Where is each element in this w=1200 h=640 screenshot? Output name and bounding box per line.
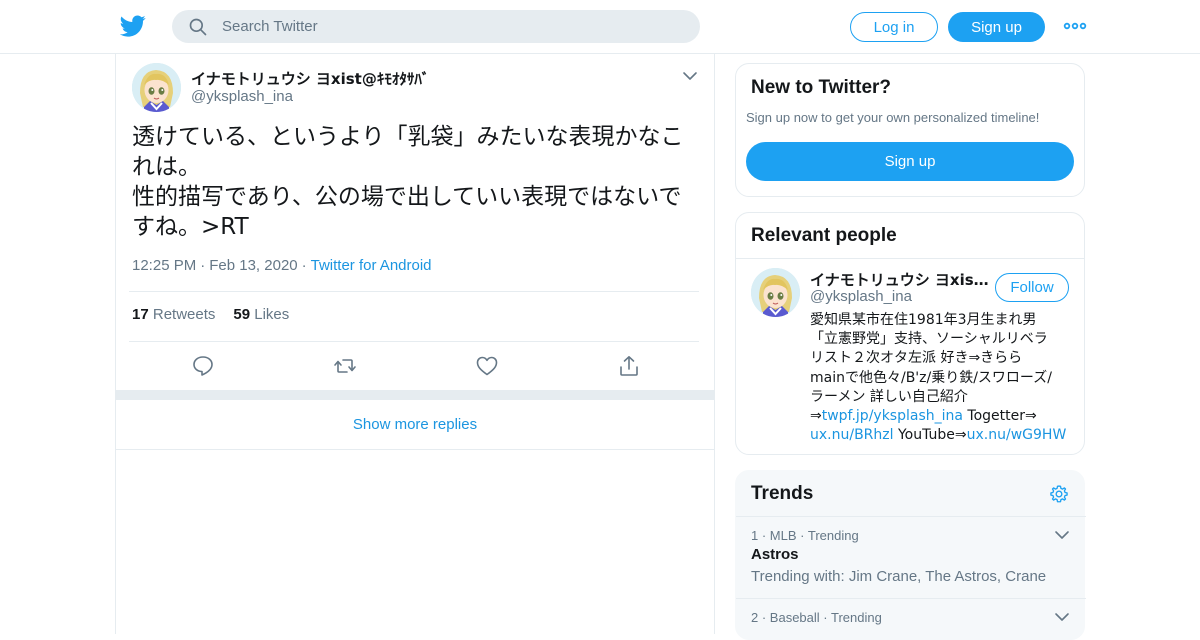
tweet-text-line: れは。 xyxy=(132,154,201,180)
tweet-text: 透けている、というより「乳袋」みたいな表現かなこ れは。 性的描写であり、公の場… xyxy=(132,122,702,242)
likes-stat[interactable]: 59 Likes xyxy=(233,306,289,323)
tweet-text-line: 性的描写であり、公の場で出していい表現ではないで xyxy=(132,184,682,210)
search-bar[interactable] xyxy=(172,10,700,43)
tweet-source-link[interactable]: Twitter for Android xyxy=(311,257,432,274)
search-input[interactable] xyxy=(222,10,682,43)
heart-icon[interactable] xyxy=(475,354,499,378)
signup-button[interactable]: Sign up xyxy=(948,12,1045,42)
anime-avatar-icon xyxy=(751,268,800,317)
tweet-date[interactable]: Feb 13, 2020 xyxy=(209,257,297,274)
tweet-text-line: 透けている、というより「乳袋」みたいな表現かなこ xyxy=(132,124,684,150)
share-icon[interactable] xyxy=(617,354,641,378)
person-name[interactable]: イナモトリュウシ ヨxist@ｷﾓｵﾀｻﾊﾞ xyxy=(810,269,990,290)
more-dots-icon[interactable] xyxy=(1063,16,1087,36)
bio-line: 「立憲野党」支持、ソーシャルリベラ xyxy=(810,331,1048,348)
search-icon xyxy=(189,18,207,36)
author-avatar[interactable] xyxy=(132,63,181,112)
bio-line: mainで他色々/B'z/乗り鉄/スワローズ/ xyxy=(810,369,1052,386)
trend-meta: 2 · Baseball · Trending xyxy=(751,610,882,625)
person-bio: 愛知県某市在住1981年3月生まれ男 「立憲野党」支持、ソーシャルリベラ リスト… xyxy=(810,311,1074,445)
card-title: New to Twitter? xyxy=(751,77,892,98)
show-more-replies-link[interactable]: Show more replies xyxy=(116,400,714,450)
chevron-down-icon[interactable] xyxy=(682,68,698,84)
bio-link[interactable]: twpf.jp/yksplash_ina xyxy=(822,408,963,424)
trend-related[interactable]: Trending with: Jim Crane, The Astros, Cr… xyxy=(751,568,1046,585)
divider xyxy=(736,258,1084,259)
tweet-text-line: すね。>RT xyxy=(132,214,249,240)
author-name[interactable]: イナモトリュウシ ヨxist@ｷﾓｵﾀｻﾊﾞ xyxy=(191,68,429,89)
tweet-stats: 17 Retweets 59 Likes xyxy=(132,306,289,323)
bio-link[interactable]: ux.nu/BRhzl xyxy=(810,427,894,443)
author-handle[interactable]: @yksplash_ina xyxy=(191,88,293,105)
relevant-people-card: Relevant people イナモトリュウシ ヨxist@ｷﾓｵﾀｻﾊﾞ @… xyxy=(735,212,1085,455)
tweet-time[interactable]: 12:25 PM xyxy=(132,257,196,274)
divider xyxy=(736,516,1086,517)
person-handle[interactable]: @yksplash_ina xyxy=(810,288,912,305)
trends-card: Trends 1 · MLB · Trending Astros Trendin… xyxy=(735,470,1086,640)
trend-name[interactable]: Astros xyxy=(751,546,799,563)
divider xyxy=(129,341,699,342)
divider xyxy=(736,598,1086,599)
trend-meta: 1 · MLB · Trending xyxy=(751,528,859,543)
bio-line: 愛知県某市在住1981年3月生まれ男 xyxy=(810,312,1037,328)
login-button[interactable]: Log in xyxy=(850,12,938,42)
sidebar-signup-button[interactable]: Sign up xyxy=(746,142,1074,181)
chevron-down-icon[interactable] xyxy=(1054,527,1070,543)
bio-line: ux.nu/BRhzl YouTube⇒ux.nu/wG9HW xyxy=(810,427,1067,444)
bio-link[interactable]: ux.nu/wG9HW xyxy=(967,427,1067,443)
bio-line: ラーメン 詳しい自己紹介 xyxy=(810,388,968,405)
card-title: Trends xyxy=(751,483,814,504)
divider xyxy=(129,291,699,292)
tweet-detail-column: イナモトリュウシ ヨxist@ｷﾓｵﾀｻﾊﾞ @yksplash_ina 透けて… xyxy=(115,54,715,634)
gear-icon[interactable] xyxy=(1049,484,1069,504)
tweet-metadata: 12:25 PM · Feb 13, 2020 · Twitter for Androi… xyxy=(132,257,432,274)
follow-button[interactable]: Follow xyxy=(995,273,1069,302)
anime-avatar-icon xyxy=(132,63,181,112)
retweet-icon[interactable] xyxy=(333,354,357,378)
bio-line: ⇒twpf.jp/yksplash_ina Togetter⇒ xyxy=(810,408,1037,425)
chevron-down-icon[interactable] xyxy=(1054,609,1070,625)
new-to-twitter-card: New to Twitter? Sign up now to get your … xyxy=(735,63,1085,197)
reply-icon[interactable] xyxy=(191,354,215,378)
retweets-stat[interactable]: 17 Retweets xyxy=(132,306,215,323)
section-separator xyxy=(116,390,714,400)
top-header: Log in Sign up xyxy=(0,0,1200,54)
person-avatar[interactable] xyxy=(751,268,800,317)
twitter-bird-icon[interactable] xyxy=(120,13,146,39)
bio-line: リスト２次オタ左派 好き⇒きらら xyxy=(810,350,1023,367)
card-subtitle: Sign up now to get your own personalized… xyxy=(746,110,1040,125)
card-title: Relevant people xyxy=(751,225,897,246)
